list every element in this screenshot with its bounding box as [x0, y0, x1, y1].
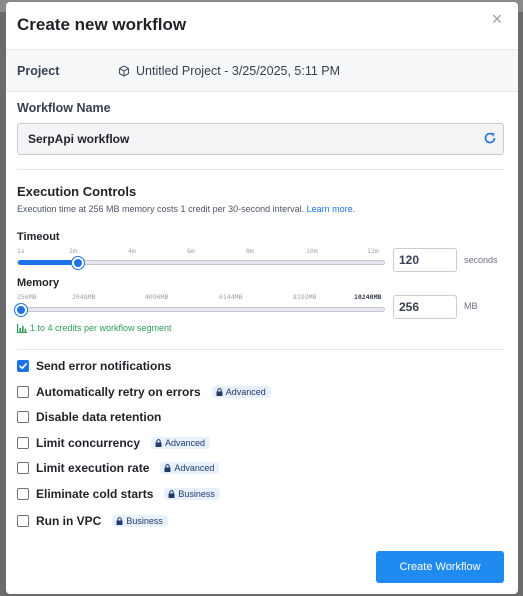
option-limit-concurrency[interactable]: Limit concurrency Advanced [17, 435, 211, 451]
plan-badge: Advanced [151, 437, 211, 449]
create-workflow-button[interactable]: Create Workflow [376, 551, 504, 583]
memory-slider-handle[interactable] [15, 304, 27, 316]
timeout-ticks: 1s 2m 4m 6m 8m 10m 12m [17, 247, 379, 257]
option-label: Limit execution rate [36, 461, 150, 475]
timeout-tick: 2m [69, 247, 77, 255]
checkbox[interactable] [17, 360, 29, 372]
memory-unit: MB [464, 301, 478, 311]
project-row: Project Untitled Project - 3/25/2025, 5:… [6, 50, 518, 92]
create-workflow-dialog: Create new workflow × Project Untitled P… [6, 2, 518, 594]
memory-tick: 2048MB [72, 293, 96, 301]
divider [17, 349, 504, 350]
plan-badge: Advanced [160, 462, 220, 474]
option-run-in-vpc[interactable]: Run in VPC Business [17, 513, 168, 529]
checkbox[interactable] [17, 515, 29, 527]
timeout-slider-fill [18, 260, 79, 265]
dialog-title: Create new workflow [17, 15, 187, 34]
cube-icon [118, 65, 130, 77]
timeout-slider-handle[interactable] [71, 257, 84, 269]
execution-description-text: Execution time at 256 MB memory costs 1 … [17, 204, 305, 214]
badge-label: Advanced [165, 438, 206, 448]
timeout-tick: 8m [246, 247, 254, 255]
badge-label: Business [126, 516, 163, 526]
project-value: Untitled Project - 3/25/2025, 5:11 PM [118, 64, 340, 78]
memory-label: Memory [17, 277, 60, 289]
badge-label: Advanced [225, 387, 266, 397]
execution-description: Execution time at 256 MB memory costs 1 … [17, 204, 355, 214]
option-disable-data-retention[interactable]: Disable data retention [17, 409, 161, 425]
badge-label: Business [178, 489, 215, 499]
timeout-tick: 12m [367, 247, 379, 255]
option-label: Disable data retention [36, 410, 162, 424]
credits-text: 1 to 4 credits per workflow segment [30, 323, 172, 333]
option-label: Run in VPC [36, 514, 102, 528]
badge-label: Advanced [174, 463, 215, 473]
execution-controls-title: Execution Controls [17, 184, 137, 199]
option-automatically-retry[interactable]: Automatically retry on errors Advanced [17, 384, 271, 400]
project-name-text: Untitled Project - 3/25/2025, 5:11 PM [136, 64, 341, 78]
timeout-tick: 4m [128, 247, 136, 255]
bar-chart-icon [17, 323, 27, 333]
lock-icon [155, 439, 162, 447]
memory-slider-track[interactable] [17, 307, 385, 312]
dialog-header: Create new workflow × [6, 2, 518, 50]
memory-tick: 8192MB [293, 293, 317, 301]
credits-note: 1 to 4 credits per workflow segment [17, 323, 172, 333]
checkbox[interactable] [17, 386, 29, 398]
memory-tick: 6144MB [219, 293, 243, 301]
check-icon [19, 363, 27, 370]
memory-tick: 10240MB [354, 293, 382, 301]
option-label: Send error notifications [36, 359, 172, 373]
memory-tick: 256MB [17, 293, 37, 301]
plan-badge: Advanced [211, 386, 271, 398]
lock-icon [164, 464, 171, 472]
timeout-tick: 1s [17, 247, 25, 255]
lock-icon [216, 388, 223, 396]
memory-tick: 4096MB [145, 293, 169, 301]
option-label: Automatically retry on errors [36, 385, 201, 399]
plan-badge: Business [164, 488, 220, 500]
checkbox[interactable] [17, 462, 29, 474]
memory-ticks: 256MB 2048MB 4096MB 6144MB 8192MB 10240M… [17, 293, 382, 303]
option-label: Eliminate cold starts [36, 487, 154, 501]
divider [17, 169, 504, 170]
timeout-unit: seconds [464, 255, 498, 265]
timeout-tick: 6m [187, 247, 195, 255]
timeout-label: Timeout [17, 231, 60, 243]
checkbox[interactable] [17, 488, 29, 500]
timeout-tick: 10m [306, 247, 318, 255]
workflow-name-label: Workflow Name [17, 101, 111, 115]
lock-icon [116, 517, 123, 525]
checkbox[interactable] [17, 411, 29, 423]
checkbox[interactable] [17, 437, 29, 449]
timeout-input[interactable] [393, 248, 457, 272]
option-send-error-notifications[interactable]: Send error notifications [17, 358, 171, 374]
project-label: Project [17, 64, 60, 78]
option-eliminate-cold-starts[interactable]: Eliminate cold starts Business [17, 486, 220, 502]
learn-more-link[interactable]: Learn more. [307, 204, 356, 214]
option-limit-execution-rate[interactable]: Limit execution rate Advanced [17, 460, 220, 476]
close-icon[interactable]: × [488, 10, 506, 28]
workflow-name-input[interactable] [17, 123, 504, 155]
lock-icon [168, 490, 175, 498]
option-label: Limit concurrency [36, 436, 141, 450]
refresh-icon[interactable] [483, 131, 497, 145]
plan-badge: Business [112, 515, 168, 527]
memory-input[interactable] [393, 295, 457, 319]
